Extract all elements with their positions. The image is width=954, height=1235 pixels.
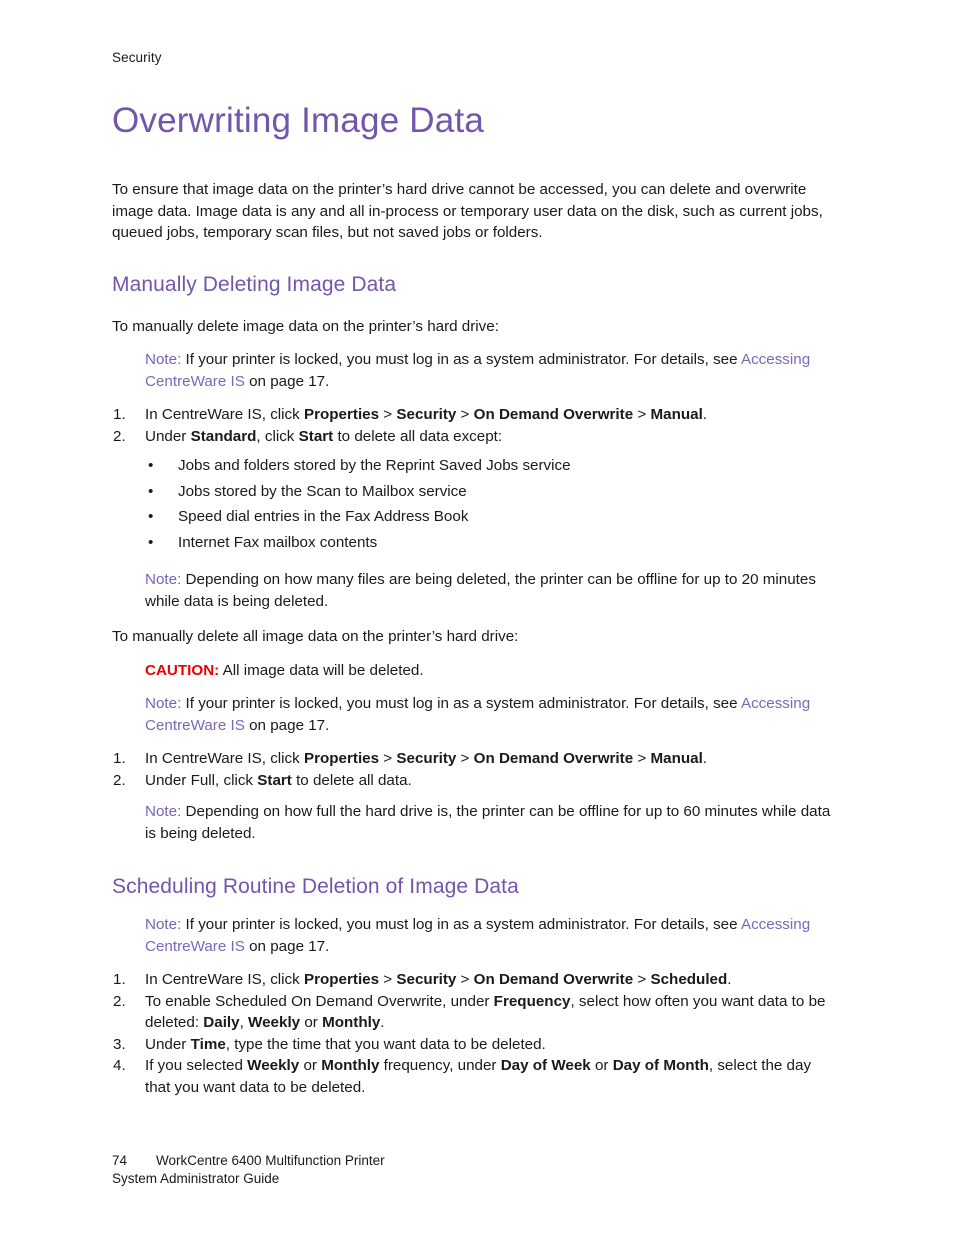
list-item-number: 2. (113, 992, 126, 1010)
list-item-text: Under Full, click Start to delete all da… (145, 771, 412, 789)
note-text-after-link: on page 17. (244, 372, 330, 390)
caution-all-image-data: CAUTION: All image data will be deleted. (112, 660, 840, 682)
list-item: • Speed dial entries in the Fax Address … (112, 504, 840, 530)
page-footer: 74 WorkCentre 6400 Multifunction Printer… (112, 1152, 385, 1187)
bullet-glyph: • (148, 482, 154, 500)
page-content: Overwriting Image Data To ensure that im… (112, 100, 840, 1098)
list-item: 4. If you selected Weekly or Monthly fre… (112, 1055, 840, 1098)
manual-delete-all-steps-list: 1. In CentreWare IS, click Properties > … (112, 748, 840, 791)
note-offline-60-minutes: Note: Depending on how full the hard dri… (112, 801, 840, 844)
note-label: Note: (145, 803, 182, 820)
list-item-number: 2. (113, 771, 126, 789)
note-offline-20-minutes: Note: Depending on how many files are be… (112, 569, 840, 612)
list-item: 2. To enable Scheduled On Demand Overwri… (112, 991, 840, 1034)
list-item-text: Speed dial entries in the Fax Address Bo… (178, 508, 469, 525)
note-label: Note: (145, 695, 182, 712)
list-item-text: Internet Fax mailbox contents (178, 533, 378, 551)
note-text-after-link: on page 17. (244, 937, 330, 955)
list-item: 2. Under Standard, click Start to delete… (112, 426, 840, 448)
list-item-text: Under Standard, click Start to delete al… (145, 427, 503, 445)
footer-book-title: WorkCentre 6400 Multifunction Printer Sy… (112, 1153, 385, 1186)
footer-line-2: System Administrator Guide (112, 1170, 280, 1186)
list-item: 2. Under Full, click Start to delete all… (112, 770, 840, 792)
list-item-number: 1. (113, 406, 126, 423)
list-item-number: 1. (113, 971, 126, 988)
page-title: Overwriting Image Data (112, 101, 485, 140)
note-label: Note: (145, 571, 182, 588)
document-page: Security Overwriting Image Data To ensur… (0, 0, 954, 1235)
note-text-before-link: If your printer is locked, you must log … (181, 351, 741, 368)
lead-paragraph-manual-delete-all: To manually delete all image data on the… (112, 628, 519, 645)
note-locked-printer-3: Note: If your printer is locked, you mus… (112, 914, 840, 957)
list-item-number: 3. (113, 1035, 126, 1053)
list-item: 1. In CentreWare IS, click Properties > … (112, 404, 840, 426)
list-item: 1. In CentreWare IS, click Properties > … (112, 969, 840, 991)
list-item-text: In CentreWare IS, click Properties > Sec… (145, 750, 708, 767)
list-item: 1. In CentreWare IS, click Properties > … (112, 748, 840, 770)
note-text: Depending on how many files are being de… (145, 571, 816, 610)
bullet-glyph: • (148, 457, 154, 474)
list-item: • Jobs and folders stored by the Reprint… (112, 453, 840, 479)
list-item-text: In CentreWare IS, click Properties > Sec… (145, 971, 732, 988)
running-header: Security (112, 50, 162, 65)
list-item-text: Under Time, type the time that you want … (145, 1035, 546, 1053)
note-locked-printer-2: Note: If your printer is locked, you mus… (112, 693, 840, 736)
list-item-text: In CentreWare IS, click Properties > Sec… (145, 406, 708, 423)
note-text-after-link: on page 17. (244, 716, 330, 734)
lead-paragraph-manual-delete: To manually delete image data on the pri… (112, 317, 499, 335)
section-heading-manually-deleting: Manually Deleting Image Data (112, 272, 397, 296)
list-item-text: Jobs stored by the Scan to Mailbox servi… (178, 482, 467, 500)
list-item-number: 4. (113, 1057, 126, 1074)
caution-label: CAUTION: (145, 661, 220, 679)
bullet-glyph: • (148, 508, 154, 525)
note-label: Note: (145, 351, 182, 368)
note-label: Note: (145, 916, 182, 933)
manual-delete-exceptions-list: • Jobs and folders stored by the Reprint… (112, 453, 840, 555)
bullet-glyph: • (148, 533, 154, 551)
list-item: 3. Under Time, type the time that you wa… (112, 1034, 840, 1056)
footer-line-1: WorkCentre 6400 Multifunction Printer (156, 1153, 385, 1168)
list-item: • Jobs stored by the Scan to Mailbox ser… (112, 479, 840, 505)
section-heading-scheduling-routine-deletion: Scheduling Routine Deletion of Image Dat… (112, 875, 519, 898)
list-item-number: 2. (113, 427, 126, 445)
list-item-text: If you selected Weekly or Monthly freque… (145, 1057, 812, 1096)
note-locked-printer-1: Note: If your printer is locked, you mus… (112, 349, 840, 392)
manual-delete-steps-list: 1. In CentreWare IS, click Properties > … (112, 404, 840, 447)
list-item-number: 1. (113, 750, 126, 767)
list-item: • Internet Fax mailbox contents (112, 530, 840, 556)
scheduled-overwrite-steps-list: 1. In CentreWare IS, click Properties > … (112, 969, 840, 1098)
note-text: Depending on how full the hard drive is,… (145, 803, 831, 842)
caution-text: All image data will be deleted. (219, 661, 424, 679)
note-text-before-link: If your printer is locked, you must log … (181, 695, 741, 712)
page-number: 74 (112, 1153, 128, 1168)
note-text-before-link: If your printer is locked, you must log … (181, 916, 741, 933)
list-item-text: To enable Scheduled On Demand Overwrite,… (145, 992, 826, 1032)
intro-paragraph: To ensure that image data on the printer… (112, 181, 823, 241)
list-item-text: Jobs and folders stored by the Reprint S… (178, 457, 571, 474)
